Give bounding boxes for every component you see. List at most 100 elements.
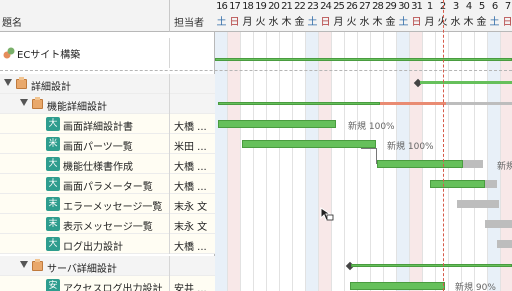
group-label: 機能詳細設計 [47,102,107,113]
task-bar-label: 新規 100% [387,142,434,152]
task-assignee: 末永 文 [174,202,208,213]
day-of-week: 土 [307,17,318,28]
day-of-week: 火 [255,17,266,28]
task-label: 画面パーツ一覧 [63,142,133,153]
assignee-avatar-icon: 末 [46,217,60,231]
column-header-title[interactable]: 題名 [0,0,170,32]
task-row[interactable]: 大 画面詳細設計書 大橋 ... [0,114,215,134]
collapse-triangle-icon[interactable] [4,79,12,86]
task-bar-label: 新規 [497,162,512,172]
day-column [475,0,488,291]
day-number: 19 [255,1,267,12]
task-plan-bar[interactable] [485,180,497,188]
group-plan-bar[interactable] [446,102,512,105]
assignee-avatar-icon: 大 [46,117,60,131]
task-assignee: 米田 ... [174,142,207,153]
task-row[interactable]: 末 表示メッセージ一覧 末永 文 [0,214,215,234]
day-number: 5 [478,1,485,12]
day-column [449,0,462,291]
task-label: 機能仕様書作成 [63,162,133,173]
task-bar-label: 新規 100% [348,122,395,132]
day-column [215,0,228,291]
task-plan-bar[interactable] [463,160,483,168]
collapse-triangle-icon[interactable] [20,261,28,268]
project-row[interactable]: ECサイト構築 [0,38,215,68]
project-summary-bar[interactable] [215,58,512,61]
day-of-week: 土 [398,17,409,28]
day-number: 22 [294,1,306,12]
day-number: 7 [504,1,511,12]
day-number: 16 [216,1,228,12]
task-list-pane: 題名 担当者 ECサイト構築 詳細設計 機能詳細設計 大 画面詳細設計書 大橋 … [0,0,215,291]
day-number: 29 [385,1,397,12]
day-of-week: 月 [424,17,435,28]
group-summary-bar[interactable] [218,102,380,105]
day-number: 4 [465,1,472,12]
project-icon [3,47,15,59]
day-number: 25 [333,1,345,12]
day-of-week: 金 [476,17,487,28]
column-header-assignee-label: 担当者 [174,18,204,29]
group-row-server-design[interactable]: サーバ詳細設計 [0,256,215,276]
assignee-avatar-icon: 大 [46,177,60,191]
task-plan-bar[interactable] [457,200,499,208]
day-number: 3 [452,1,459,12]
day-number: 6 [491,1,498,12]
task-assignee: 大橋 ... [174,182,207,193]
task-assignee: 大橋 ... [174,122,207,133]
day-number: 23 [307,1,319,12]
day-number: 28 [372,1,384,12]
task-label: アクセスログ出力設計 [63,284,163,291]
day-number: 20 [268,1,280,12]
task-bar[interactable] [218,120,336,128]
day-of-week: 木 [463,17,474,28]
group-overrun-bar[interactable] [380,102,446,105]
task-plan-bar[interactable] [497,240,512,248]
group-summary-bar[interactable] [351,264,512,267]
task-row[interactable]: 安 アクセスログ出力設計 安井 ... [0,276,215,291]
gantt-chart-pane: 16 土 17 日 18 月 19 火 20 水 21 木 22 金 23 土 24 日 25 月 26 火 27 水 28 木 2… [215,0,512,291]
assignee-avatar-icon: 安 [46,279,60,291]
task-bar-label: 新規 90% [455,283,496,291]
group-row-detail-design[interactable]: 詳細設計 [0,74,215,94]
day-of-week: 日 [320,17,331,28]
folder-box-icon [32,97,43,109]
task-bar[interactable] [242,140,376,148]
day-number: 17 [229,1,241,12]
day-number: 1 [426,1,433,12]
folder-box-icon [16,77,27,89]
task-bar[interactable] [350,282,445,290]
task-plan-bar[interactable] [485,220,512,228]
task-row[interactable]: 末 エラーメッセージ一覧 末永 文 [0,194,215,214]
task-assignee: 大橋 ... [174,242,207,253]
task-bar[interactable] [430,180,485,188]
group-row-function-design[interactable]: 機能詳細設計 [0,94,215,114]
day-number: 18 [242,1,254,12]
assignee-avatar-icon: 大 [46,157,60,171]
day-of-week: 金 [385,17,396,28]
section-divider [0,70,512,71]
day-of-week: 木 [372,17,383,28]
task-row[interactable]: 大 機能仕様書作成 大橋 ... [0,154,215,174]
day-of-week: 水 [268,17,279,28]
day-number: 21 [281,1,293,12]
collapse-triangle-icon[interactable] [20,99,28,106]
task-row[interactable]: 大 ログ出力設計 大橋 ... [0,234,215,254]
day-of-week: 土 [489,17,500,28]
column-header-assignee[interactable]: 担当者 [170,0,215,32]
column-header-title-label: 題名 [2,18,22,29]
group-summary-bar[interactable] [420,81,512,84]
day-of-week: 月 [242,17,253,28]
day-of-week: 水 [359,17,370,28]
task-label: 画面詳細設計書 [63,122,133,133]
assignee-avatar-icon: 米 [46,137,60,151]
day-of-week: 火 [346,17,357,28]
task-bar[interactable] [377,160,463,168]
day-of-week: 月 [333,17,344,28]
task-row[interactable]: 米 画面パーツ一覧 米田 ... [0,134,215,154]
day-number: 31 [411,1,423,12]
day-of-week: 日 [229,17,240,28]
task-row[interactable]: 大 画面パラメーター覧 大橋 ... [0,174,215,194]
task-label: エラーメッセージ一覧 [63,202,163,213]
task-label: 表示メッセージ一覧 [63,222,153,233]
